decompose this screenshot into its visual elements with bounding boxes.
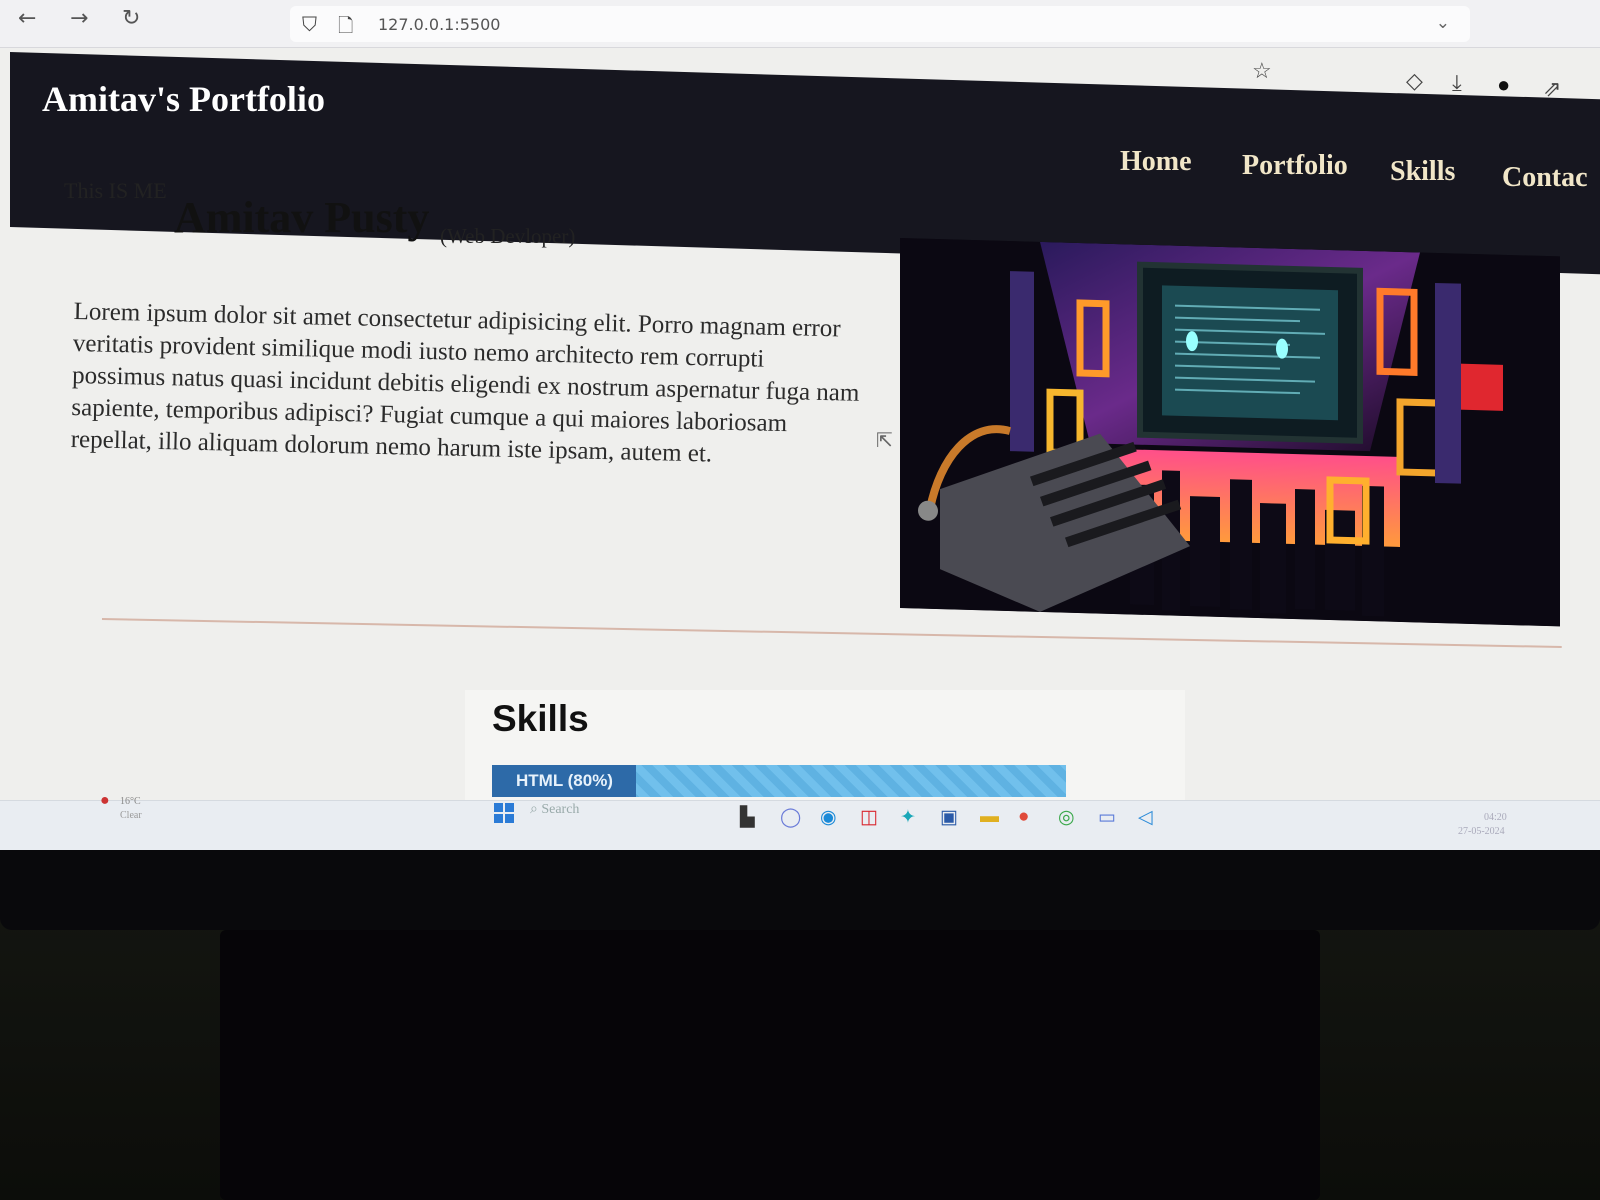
chat-icon[interactable]: ◯ bbox=[780, 806, 801, 829]
search-placeholder: Search bbox=[541, 802, 580, 817]
hero-paragraph: Lorem ipsum dolor sit amet consectetur a… bbox=[70, 297, 860, 468]
task-view-icon[interactable]: ▙ bbox=[740, 806, 755, 829]
account-icon[interactable]: ● bbox=[1497, 72, 1510, 98]
nav-home[interactable]: Home bbox=[1120, 146, 1192, 178]
hero-role: (Web Devloper) bbox=[440, 224, 576, 248]
skill-bar-fill: HTML (80%) bbox=[492, 765, 636, 797]
url-text[interactable]: 127.0.0.1:5500 bbox=[378, 15, 500, 34]
back-icon[interactable]: ← bbox=[18, 6, 36, 31]
site-title[interactable]: Amitav's Portfolio bbox=[42, 78, 325, 120]
discord-icon[interactable]: ▭ bbox=[1098, 806, 1116, 829]
weather-temperature[interactable]: 16°C bbox=[120, 796, 141, 807]
reload-icon[interactable]: ↻ bbox=[122, 6, 140, 31]
clock-time[interactable]: 04:20 bbox=[1484, 812, 1507, 823]
photos-icon[interactable]: ✦ bbox=[900, 806, 916, 829]
pocket-icon[interactable]: ◇ bbox=[1406, 68, 1423, 94]
search-icon: ⌕ bbox=[530, 802, 542, 817]
firefox-icon[interactable]: ● bbox=[1018, 806, 1029, 828]
shield-icon[interactable]: ⛉ bbox=[302, 12, 317, 36]
hero-tagline: This IS ME bbox=[64, 178, 167, 203]
taskbar-search[interactable]: ⌕ Search bbox=[530, 802, 710, 826]
vscode-icon[interactable]: ◁ bbox=[1138, 806, 1153, 829]
page-icon: 🗋 bbox=[338, 15, 354, 37]
retro-computer-illustration bbox=[900, 238, 1560, 627]
nav-skills[interactable]: Skills bbox=[1390, 156, 1455, 188]
hero-name: Amitav Pusty bbox=[174, 193, 430, 242]
nav-portfolio[interactable]: Portfolio bbox=[1242, 150, 1348, 182]
clock-date[interactable]: 27-05-2024 bbox=[1458, 826, 1505, 837]
skills-title: Skills bbox=[492, 698, 589, 739]
windows-start-icon[interactable] bbox=[494, 803, 514, 823]
section-divider bbox=[101, 618, 1562, 649]
mouse-cursor-icon: ⇱ bbox=[876, 430, 893, 452]
skill-bar-html: HTML (80%) bbox=[492, 765, 1066, 797]
monitor-screen: ← → ↻ ⛉ 🗋 127.0.0.1:5500 ⌄ ☆ ◇ ⤓ ● ⇗ Ami… bbox=[0, 0, 1600, 850]
download-icon[interactable]: ⤓ bbox=[1452, 70, 1462, 96]
chevron-down-icon[interactable]: ⌄ bbox=[1436, 13, 1450, 33]
store-icon[interactable]: ▣ bbox=[940, 806, 958, 829]
forward-icon[interactable]: → bbox=[70, 6, 88, 31]
nav-contact[interactable]: Contac bbox=[1502, 162, 1588, 194]
monitor-stand bbox=[220, 930, 1320, 1200]
bookmark-star-icon[interactable]: ☆ bbox=[1252, 58, 1272, 84]
hero-illustration bbox=[900, 238, 1560, 627]
weather-icon[interactable]: ● bbox=[100, 792, 110, 810]
edge-browser-icon[interactable]: ◉ bbox=[820, 806, 837, 829]
address-bar[interactable]: ⛉ 🗋 127.0.0.1:5500 ⌄ bbox=[290, 6, 1470, 42]
browser-toolbar: ← → ↻ ⛉ 🗋 127.0.0.1:5500 ⌄ bbox=[0, 0, 1600, 48]
file-explorer-icon[interactable]: ▬ bbox=[980, 806, 999, 828]
chrome-icon[interactable]: ◎ bbox=[1058, 806, 1075, 829]
weather-condition[interactable]: Clear bbox=[120, 810, 142, 821]
mail-icon[interactable]: ◫ bbox=[860, 806, 878, 829]
